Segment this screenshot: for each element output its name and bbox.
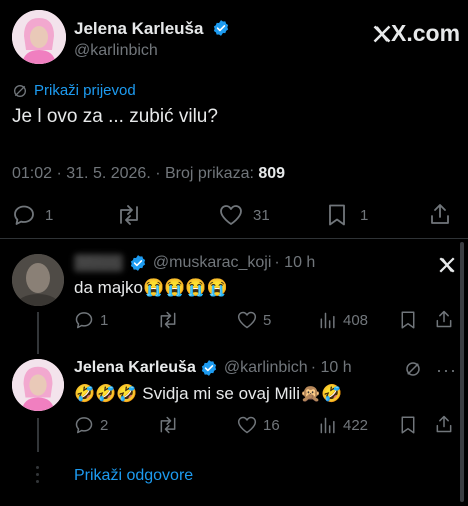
heart-icon (218, 203, 244, 227)
brand-logo: X.com (372, 20, 460, 47)
bookmark-icon (399, 415, 417, 435)
bookmark-button[interactable]: 1 (326, 203, 368, 227)
retweet-button[interactable] (116, 203, 142, 232)
view-count: 809 (258, 165, 286, 182)
tweet-timestamp[interactable]: 01:02 · 31. 5. 2026. · Broj prikaza: (12, 165, 254, 182)
thread-dot (36, 473, 39, 476)
avatar[interactable] (12, 254, 64, 306)
bookmark-button[interactable] (399, 415, 417, 440)
author-name[interactable]: Milos (74, 254, 123, 272)
reply-icon (74, 415, 94, 435)
scrollbar[interactable] (460, 242, 464, 502)
like-button[interactable]: 16 (236, 415, 280, 435)
bookmark-count: 1 (360, 206, 369, 224)
thread-line (37, 418, 39, 452)
avatar[interactable] (12, 10, 66, 64)
x-logo-icon (373, 25, 391, 42)
reply-icon (12, 203, 36, 227)
bookmark-button[interactable] (399, 310, 417, 335)
thread-line (37, 312, 39, 354)
tweet-meta: 01:02 · 31. 5. 2026. · Broj prikaza: 809 (12, 165, 285, 183)
reply-text: 🤣🤣🤣 Svidja mi se ovaj Mili🙊🤣 (74, 384, 343, 403)
avatar[interactable] (12, 359, 64, 411)
like-count: 16 (263, 416, 280, 434)
views-icon (318, 415, 338, 435)
author-name[interactable]: Jelena Karleuša (74, 19, 203, 38)
heart-icon (236, 310, 258, 330)
thread-dot (36, 480, 39, 483)
translate-icon (14, 84, 26, 97)
share-icon (428, 202, 452, 226)
views-icon (318, 310, 338, 330)
share-button[interactable] (434, 414, 454, 439)
view-count: 422 (343, 416, 369, 434)
reply-time[interactable]: · 10 h (274, 254, 315, 272)
like-count: 5 (263, 311, 272, 329)
more-options-icon[interactable]: ··· (436, 360, 457, 381)
views-button[interactable]: 408 (318, 310, 368, 330)
verified-badge-icon (130, 255, 146, 271)
show-replies-link[interactable]: Prikaži odgovore (74, 467, 193, 485)
author-handle[interactable]: @muskarac_koji (153, 254, 272, 272)
reply-count: 2 (100, 416, 109, 434)
views-button[interactable]: 422 (318, 415, 368, 435)
verified-badge-icon (201, 360, 216, 376)
like-count: 31 (253, 206, 270, 224)
bookmark-icon (326, 203, 348, 227)
retweet-icon (157, 310, 179, 330)
author-name[interactable]: Jelena Karleuša (74, 359, 196, 377)
verified-badge-icon (214, 20, 229, 36)
translate-link[interactable]: Prikaži prijevod (12, 82, 136, 99)
retweet-button[interactable] (157, 415, 179, 440)
reply-button[interactable]: 1 (74, 310, 108, 330)
reply-time[interactable]: · 10 h (311, 359, 352, 377)
thread-dot (36, 466, 39, 469)
translate-label[interactable]: Prikaži prijevod (34, 82, 136, 99)
share-button[interactable] (434, 309, 454, 334)
reply-icon (74, 310, 94, 330)
reply-count: 1 (45, 206, 54, 224)
author-handle[interactable]: @karlinbich (224, 359, 308, 377)
reply-button[interactable]: 1 (12, 203, 53, 227)
share-button[interactable] (428, 202, 452, 231)
share-icon (434, 414, 454, 434)
translate-icon[interactable] (404, 360, 422, 383)
divider (0, 238, 468, 239)
author-handle[interactable]: @karlinbich (74, 42, 158, 60)
x-logo-icon (438, 256, 456, 279)
like-button[interactable]: 5 (236, 310, 271, 330)
like-button[interactable]: 31 (218, 203, 270, 227)
bookmark-icon (399, 310, 417, 330)
retweet-icon (157, 415, 179, 435)
retweet-button[interactable] (157, 310, 179, 335)
share-icon (434, 309, 454, 329)
reply-count: 1 (100, 311, 109, 329)
brand-text: X.com (391, 20, 461, 46)
reply-button[interactable]: 2 (74, 415, 108, 435)
tweet-text: Je l ovo za ... zubić vilu? (12, 106, 218, 127)
retweet-icon (116, 203, 142, 227)
view-count: 408 (343, 311, 369, 329)
heart-icon (236, 415, 258, 435)
reply-text: da majko😭😭😭😭 (74, 278, 228, 297)
